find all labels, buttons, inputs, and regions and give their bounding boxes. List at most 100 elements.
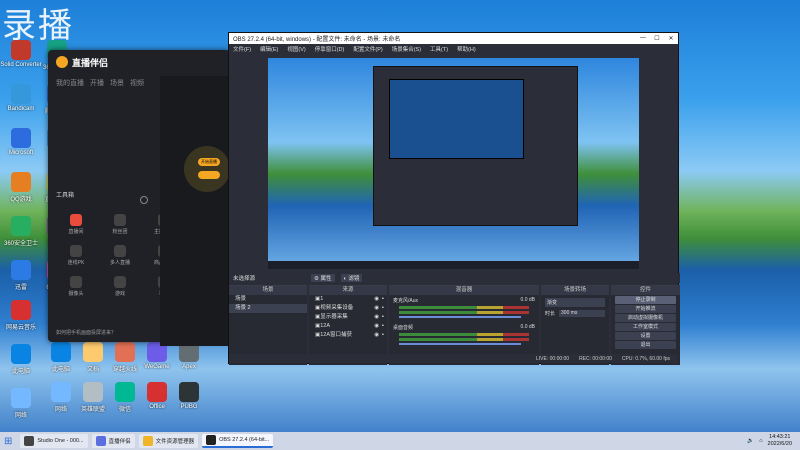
desktop-app-icon xyxy=(51,382,71,402)
transitions-dock: 场景转场 渐变 时长 300 ms xyxy=(541,285,609,365)
obs-title: OBS 27.2.4 (64-bit, windows) - 配置文件: 未命名… xyxy=(233,37,401,43)
clock-date: 2022/6/20 xyxy=(767,441,792,447)
live-companion-tab[interactable]: 我的直播 xyxy=(56,78,84,88)
tool-item[interactable]: 连线PK xyxy=(58,245,94,266)
lock-icon[interactable]: ▪ xyxy=(382,331,384,340)
scenes-dock: 场景 场景场景 2 +−∧∨ xyxy=(229,285,307,365)
source-toolbar: 未选择源 ⚙ 属性 ◐ 滤镜 xyxy=(229,273,680,283)
scene-item[interactable]: 场景 xyxy=(229,295,307,304)
menu-item[interactable]: 场景集合(S) xyxy=(392,45,421,53)
start-icon[interactable]: ⊞ xyxy=(4,436,12,447)
duration-label: 时长 xyxy=(545,311,556,317)
tool-item[interactable]: 多人直播 xyxy=(102,245,138,266)
menu-item[interactable]: 视图(V) xyxy=(287,45,305,53)
control-button[interactable]: 退出 xyxy=(615,341,676,349)
menu-item[interactable]: 帮助(H) xyxy=(457,45,476,53)
desktop-app-icon xyxy=(11,344,31,364)
desktop-icon-label: 此电脑 xyxy=(11,369,30,375)
tool-item[interactable]: 粉丝团 xyxy=(102,214,138,235)
menu-item[interactable]: 编辑(E) xyxy=(260,45,278,53)
controls-dock-title: 控件 xyxy=(611,286,680,295)
volume-slider[interactable] xyxy=(399,316,521,318)
control-button[interactable]: 启动虚拟摄像机 xyxy=(615,314,676,322)
start-live-button[interactable]: 开始直播 xyxy=(198,158,220,166)
lock-icon[interactable]: ▪ xyxy=(382,313,384,322)
lock-icon[interactable]: ▪ xyxy=(382,304,384,313)
menu-item[interactable]: 停靠窗口(D) xyxy=(315,45,345,53)
obs-window[interactable]: OBS 27.2.4 (64-bit, windows) - 配置文件: 未命名… xyxy=(228,32,680,365)
live-companion-notice[interactable]: 如何把手机画面投屏进来？ xyxy=(56,329,116,336)
source-item[interactable]: ▣ 显示器采集 ◉ ▪ xyxy=(309,313,387,322)
control-button[interactable]: 开始推流 xyxy=(615,305,676,313)
visibility-eye-icon[interactable]: ◉ xyxy=(374,304,379,313)
source-item[interactable]: ▣ 1 ◉ ▪ xyxy=(309,295,387,304)
visibility-eye-icon[interactable]: ◉ xyxy=(374,322,379,331)
menu-item[interactable]: 配置文件(P) xyxy=(353,45,382,53)
volume-slider[interactable] xyxy=(399,343,521,345)
source-item[interactable]: ▣ 12A窗口捕获 ◉ ▪ xyxy=(309,331,387,340)
desktop-icon-label: 网易云音乐 xyxy=(5,325,36,331)
obs-preview[interactable] xyxy=(268,58,639,269)
speaker-icon[interactable]: 🔈 xyxy=(747,438,754,444)
desktop-app-icon xyxy=(11,128,31,148)
desktop-app-icon xyxy=(11,172,31,192)
properties-button[interactable]: ⚙ 属性 xyxy=(311,274,335,282)
start-live-button-2[interactable] xyxy=(198,171,220,179)
control-button[interactable]: 工作室模式 xyxy=(615,323,676,331)
taskbar-item[interactable]: 直播伴侣 xyxy=(91,434,135,448)
sources-dock-title: 来源 xyxy=(309,286,387,295)
mixer-track-name: 桌面音频 xyxy=(393,325,414,331)
tool-item[interactable]: 摄像头 xyxy=(58,276,94,297)
taskbar: ⊞ Studio One - 000... 直播伴侣 文件资源管理器 OBS 27.2… xyxy=(0,432,800,450)
taskbar-item[interactable]: 文件资源管理器 xyxy=(138,434,199,448)
tool-item[interactable]: 游戏 xyxy=(102,276,138,297)
clock[interactable]: 14:43:21 2022/6/20 xyxy=(768,434,792,448)
desktop-icon[interactable]: Apex xyxy=(168,342,210,370)
tools-settings-icon[interactable] xyxy=(140,196,148,204)
transition-select[interactable]: 渐变 xyxy=(545,298,605,307)
desktop-icon[interactable]: 网易云音乐 xyxy=(0,300,42,331)
minimize-icon[interactable]: — xyxy=(636,35,650,42)
live-companion-logo-icon xyxy=(56,56,68,68)
nested-obs-preview xyxy=(373,66,578,226)
taskbar-item[interactable]: Studio One - 000... xyxy=(20,434,88,448)
live-companion-tab[interactable]: 场景 xyxy=(110,78,124,88)
desktop-app-icon xyxy=(11,84,31,104)
taskbar-item[interactable]: OBS 27.2.4 (64-bit... xyxy=(202,434,274,448)
source-item[interactable]: ▣ 12A ◉ ▪ xyxy=(309,322,387,331)
desktop-icon[interactable]: PUBG xyxy=(168,382,210,410)
menu-item[interactable]: 工具(T) xyxy=(430,45,448,53)
maximize-icon[interactable]: ☐ xyxy=(650,35,664,42)
tool-label: 粉丝团 xyxy=(112,229,128,235)
taskbar-app-icon xyxy=(95,436,106,446)
tool-label: 直播间 xyxy=(68,229,84,235)
tool-item[interactable]: 直播间 xyxy=(58,214,94,235)
close-icon[interactable]: ✕ xyxy=(664,35,678,42)
lock-icon[interactable]: ▪ xyxy=(382,295,384,304)
mixer-track-header: 桌面音频 0.0 dB xyxy=(393,324,535,331)
transitions-dock-title: 场景转场 xyxy=(541,286,609,295)
tool-label: 多人直播 xyxy=(109,260,130,266)
lock-icon[interactable]: ▪ xyxy=(382,322,384,331)
live-companion-title: 直播伴侣 xyxy=(72,57,109,68)
network-icon[interactable]: ⌂ xyxy=(759,438,762,444)
control-button[interactable]: 设置 xyxy=(615,332,676,340)
rec-time: REC: 00:00:00 xyxy=(579,355,612,362)
tools-label: 工具箱 xyxy=(56,193,75,199)
scene-item[interactable]: 场景 2 xyxy=(229,304,307,313)
live-companion-tab[interactable]: 开播 xyxy=(90,78,104,88)
taskbar-app-icon xyxy=(206,435,217,445)
filters-button[interactable]: ◐ 滤镜 xyxy=(340,274,363,282)
live-companion-tab[interactable]: 视频 xyxy=(130,78,144,88)
desktop-icon[interactable]: 网络 xyxy=(0,388,42,419)
tool-icon xyxy=(70,276,82,288)
visibility-eye-icon[interactable]: ◉ xyxy=(374,331,379,340)
mixer-dock: 混音器 麦克风/Aux 0.0 dB 桌面音频 0.0 dB xyxy=(389,285,539,365)
menu-item[interactable]: 文件(F) xyxy=(233,45,251,53)
visibility-eye-icon[interactable]: ◉ xyxy=(374,295,379,304)
visibility-eye-icon[interactable]: ◉ xyxy=(374,313,379,322)
control-button[interactable]: 停止录制 xyxy=(615,296,676,304)
duration-input[interactable]: 300 ms xyxy=(559,310,605,317)
desktop-icon[interactable]: 此电脑 xyxy=(0,344,42,375)
source-item[interactable]: ▣ 视频采集设备 ◉ ▪ xyxy=(309,304,387,313)
